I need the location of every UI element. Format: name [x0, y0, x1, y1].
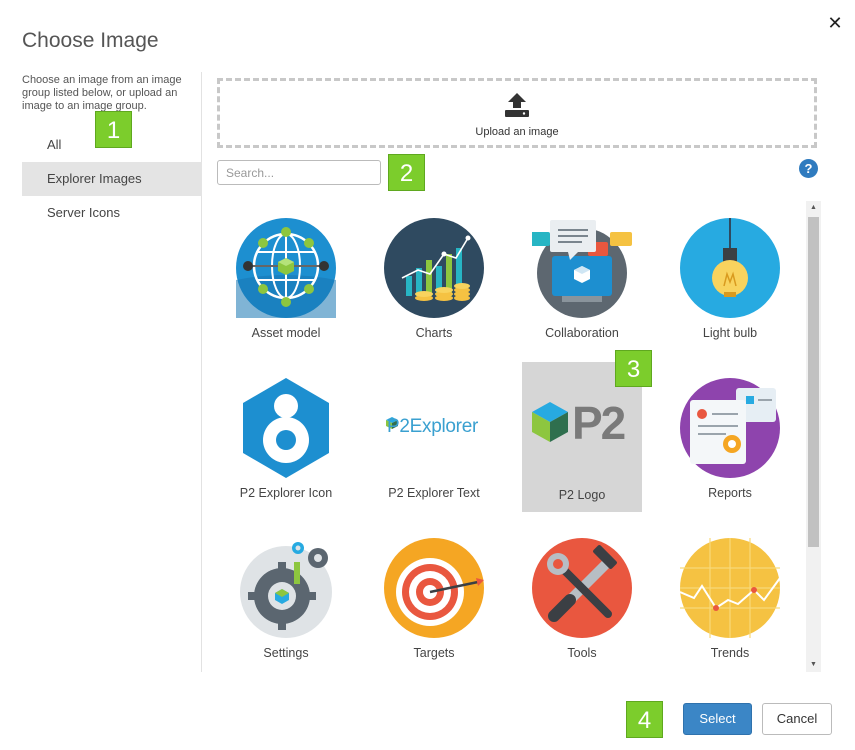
gallery-scrollbar[interactable]: ▲ ▼ — [806, 201, 821, 672]
collaboration-icon — [532, 220, 632, 318]
gallery-item-reports[interactable]: Reports — [670, 360, 790, 510]
targets-icon — [384, 538, 484, 638]
gallery-item-label: Light bulb — [702, 326, 758, 340]
sidebar-item-server-icons[interactable]: Server Icons — [22, 196, 202, 230]
sidebar-item-label: Explorer Images — [47, 171, 142, 186]
charts-icon — [384, 218, 484, 318]
gallery-item-label: Tools — [567, 646, 597, 660]
gallery-item-settings[interactable]: Settings — [226, 520, 346, 670]
gallery-item-targets[interactable]: Targets — [374, 520, 494, 670]
light-bulb-icon — [680, 218, 780, 318]
sidebar-item-explorer-images[interactable]: Explorer Images — [22, 162, 202, 196]
dialog-title: Choose Image — [22, 29, 159, 52]
reports-icon — [680, 378, 780, 478]
cancel-button[interactable]: Cancel — [762, 703, 832, 735]
gallery-item-label: P2 Explorer Text — [388, 486, 480, 500]
scroll-up-icon[interactable]: ▲ — [806, 201, 821, 215]
trends-icon — [680, 538, 780, 638]
sidebar-item-label: Server Icons — [47, 205, 120, 220]
p2-explorer-logo-text: P2Explorer — [387, 416, 478, 437]
scroll-thumb[interactable] — [808, 217, 819, 547]
search-input[interactable] — [217, 160, 381, 185]
upload-icon — [505, 93, 529, 117]
gallery-item-label: Settings — [263, 646, 309, 660]
gallery-item-label: Collaboration — [545, 326, 619, 340]
gallery-item-tools[interactable]: Tools — [522, 520, 642, 670]
callout-badge-1: 1 — [95, 111, 132, 148]
callout-badge-2: 2 — [388, 154, 425, 191]
sidebar-description: Choose an image from an image group list… — [22, 74, 182, 112]
gallery-item-p2-explorer-text[interactable]: P2Explorer P2 Explorer Text — [374, 360, 494, 510]
p2-logo-text: P2 — [572, 397, 626, 449]
gallery-item-collaboration[interactable]: Collaboration — [522, 200, 642, 350]
upload-dropzone[interactable]: Upload an image — [217, 78, 817, 148]
gallery-item-light-bulb[interactable]: Light bulb — [670, 200, 790, 350]
callout-badge-4: 4 — [626, 701, 663, 738]
image-gallery: Asset model Charts Collaboration Light b… — [212, 200, 802, 672]
close-icon[interactable]: ✕ — [824, 12, 846, 34]
callout-badge-3: 3 — [615, 350, 652, 387]
tools-icon — [532, 538, 632, 638]
gallery-item-asset-model[interactable]: Asset model — [226, 200, 346, 350]
gallery-item-trends[interactable]: Trends — [670, 520, 790, 670]
gallery-item-label: P2 Logo — [558, 488, 606, 502]
upload-label: Upload an image — [475, 126, 559, 138]
gallery-item-label: Reports — [708, 486, 752, 500]
image-group-sidebar: Choose an image from an image group list… — [22, 72, 202, 672]
gallery-item-charts[interactable]: Charts — [374, 200, 494, 350]
sidebar-item-label: All — [47, 137, 62, 152]
help-icon[interactable]: ? — [799, 159, 818, 178]
gallery-item-label: Charts — [415, 326, 453, 340]
gallery-item-label: Asset model — [251, 326, 321, 340]
gallery-item-label: Targets — [413, 646, 455, 660]
gallery-item-p2-explorer-icon[interactable]: P2 Explorer Icon — [226, 360, 346, 510]
asset-model-icon — [236, 218, 336, 318]
p2-explorer-icon — [243, 378, 329, 478]
gallery-item-label: P2 Explorer Icon — [239, 486, 333, 500]
settings-icon — [240, 542, 332, 638]
gallery-item-label: Trends — [710, 646, 750, 660]
scroll-down-icon[interactable]: ▼ — [806, 658, 821, 672]
select-button[interactable]: Select — [683, 703, 752, 735]
